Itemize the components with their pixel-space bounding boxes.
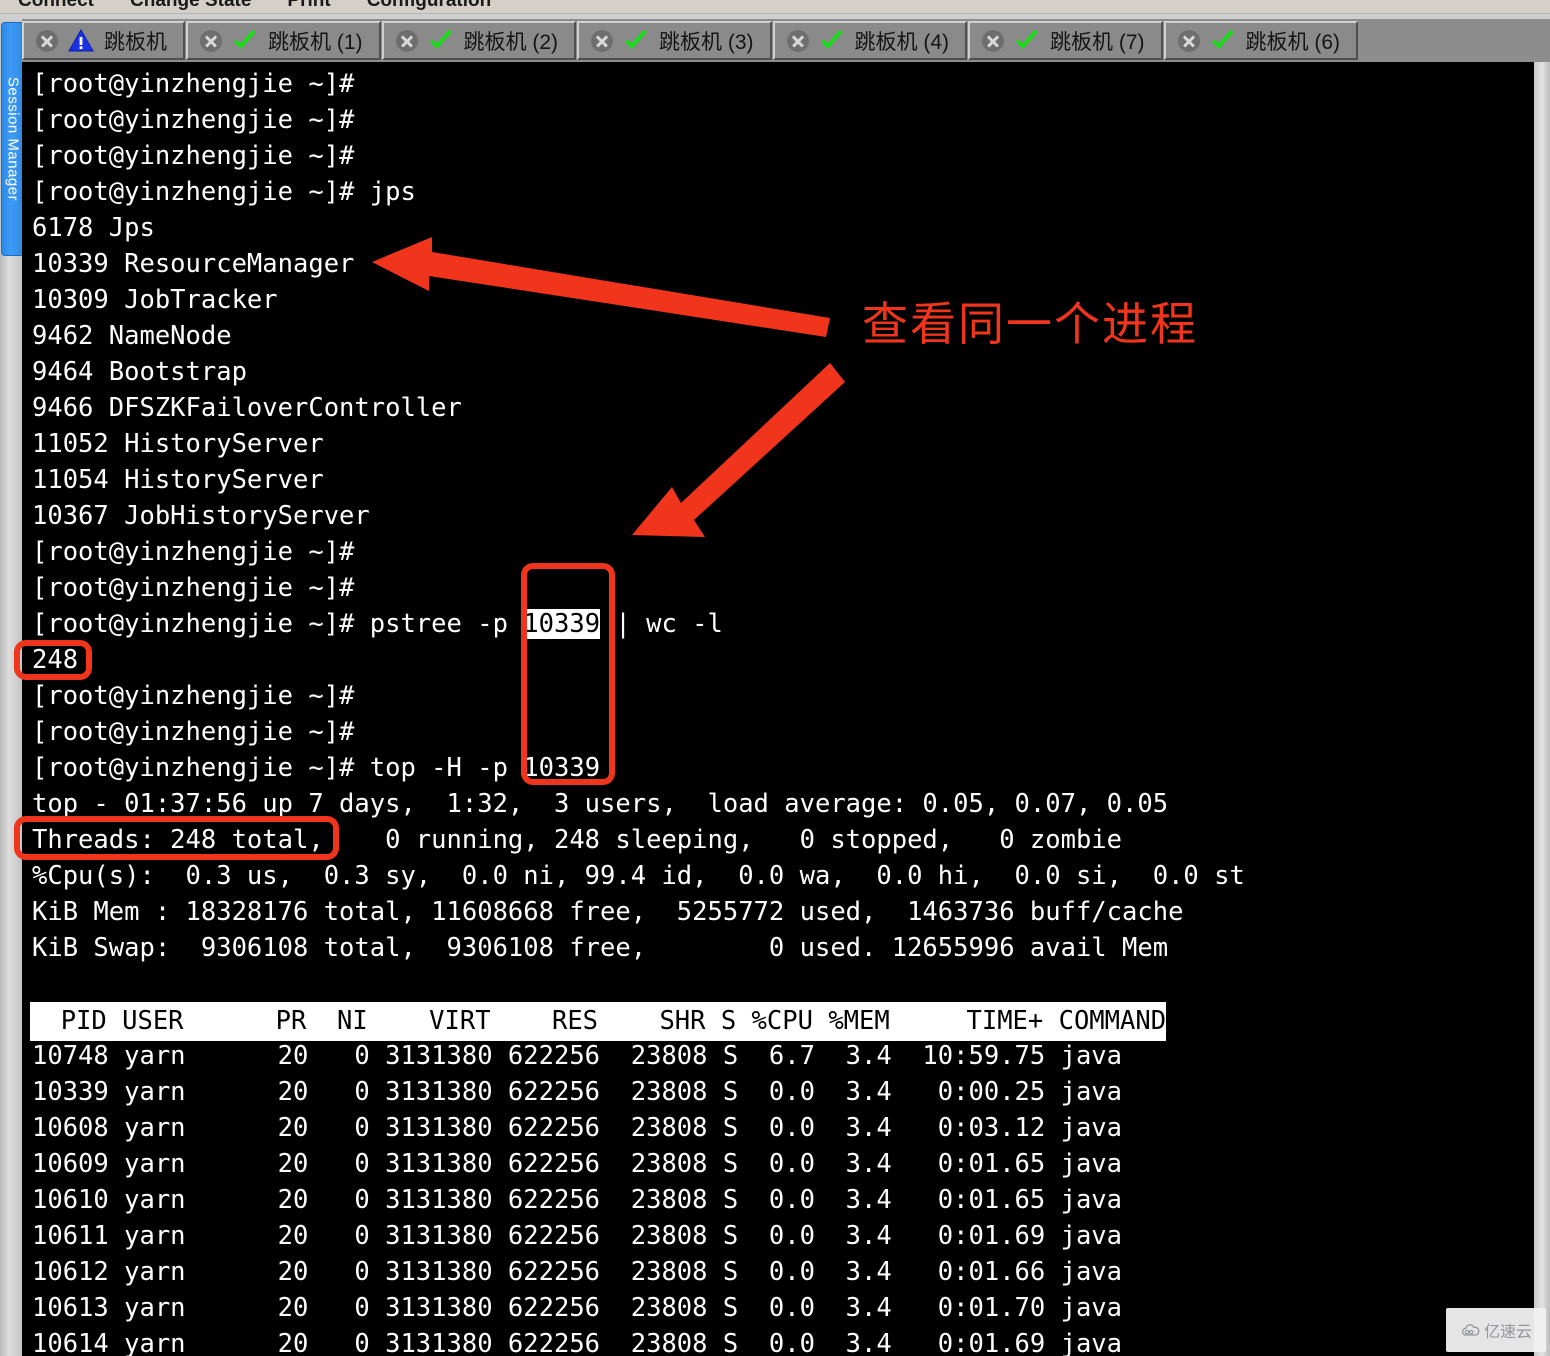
pstree-command-suffix: | wc -l bbox=[600, 609, 723, 639]
terminal-tab-label: 跳板机 (4) bbox=[854, 30, 950, 54]
terminal-line: [root@yinzhengjie ~]# bbox=[32, 141, 355, 171]
terminal-line: 10339 ResourceManager bbox=[32, 249, 355, 279]
top-summary-swap: KiB Swap: 9306108 total, 9306108 free, 0… bbox=[32, 933, 1169, 963]
threads-states-text: 0 running, 248 sleeping, 0 stopped, 0 zo… bbox=[339, 825, 1123, 855]
check-mark-icon bbox=[232, 29, 258, 53]
close-icon[interactable] bbox=[786, 29, 809, 52]
process-table-row: 10609 yarn 20 0 3131380 622256 23808 S 0… bbox=[32, 1149, 1123, 1179]
terminal-line: [root@yinzhengjie ~]# bbox=[32, 573, 355, 603]
terminal-line: [root@yinzhengjie ~]# bbox=[32, 717, 355, 747]
close-icon[interactable] bbox=[36, 29, 58, 52]
close-icon[interactable] bbox=[1177, 29, 1200, 52]
pstree-command-prefix: [root@yinzhengjie ~]# pstree -p bbox=[32, 609, 524, 639]
cloud-logo-icon bbox=[1461, 1324, 1480, 1336]
top-pid: 10339 bbox=[523, 753, 601, 783]
terminal-tab-bar[interactable]: 跳板机 跳板机 (1) 跳板机 (2) 跳板机 (3) 跳板机 (4) 跳板机 (7) 跳板… bbox=[22, 19, 1550, 62]
left-gutter bbox=[0, 254, 22, 1356]
process-table-header: PID USER PR NI VIRT RES SHR S %CPU %MEM … bbox=[30, 1002, 1167, 1041]
process-table-row: 10610 yarn 20 0 3131380 622256 23808 S 0… bbox=[32, 1185, 1123, 1215]
terminal-tab-label: 跳板机 (3) bbox=[659, 30, 754, 54]
terminal-command-top: [root@yinzhengjie ~]# top -H -p 10339 bbox=[32, 750, 600, 786]
terminal-line: 10309 JobTracker bbox=[32, 285, 278, 315]
check-mark-icon bbox=[1014, 29, 1040, 53]
terminal-right-border bbox=[1534, 62, 1550, 1356]
annotation-note-chinese: 查看同一个进程 bbox=[862, 297, 1198, 351]
close-icon[interactable] bbox=[591, 29, 613, 52]
top-summary-mem: KiB Mem : 18328176 total, 11608668 free,… bbox=[32, 897, 1184, 927]
menu-item-print[interactable]: Print bbox=[269, 0, 348, 12]
top-summary-cpu: %Cpu(s): 0.3 us, 0.3 sy, 0.0 ni, 99.4 id… bbox=[32, 861, 1245, 891]
pstree-pid-highlighted: 10339 bbox=[523, 609, 601, 639]
terminal-tab-label: 跳板机 bbox=[104, 30, 167, 54]
terminal-output[interactable]: [root@yinzhengjie ~]# [root@yinzhengjie ~… bbox=[22, 62, 1534, 1356]
terminal-line: 11054 HistoryServer bbox=[32, 465, 324, 495]
check-mark-icon bbox=[623, 29, 649, 53]
top-summary-threads: Threads: 248 total, 0 running, 248 sleep… bbox=[32, 822, 1122, 858]
terminal-tab-label: 跳板机 (6) bbox=[1245, 30, 1341, 54]
terminal-line: 6178 Jps bbox=[32, 213, 155, 243]
process-table-row: 10748 yarn 20 0 3131380 622256 23808 S 6… bbox=[32, 1041, 1123, 1071]
process-table-row: 10339 yarn 20 0 3131380 622256 23808 S 0… bbox=[32, 1077, 1123, 1107]
pstree-output-value: 248 bbox=[32, 645, 79, 675]
menu-item-configuration[interactable]: Configuration bbox=[349, 0, 510, 12]
terminal-line: [root@yinzhengjie ~]# bbox=[32, 105, 355, 135]
process-table-row: 10614 yarn 20 0 3131380 622256 23808 S 0… bbox=[32, 1329, 1123, 1356]
terminal-line: [root@yinzhengjie ~]# bbox=[32, 69, 355, 99]
process-table-row: 10613 yarn 20 0 3131380 622256 23808 S 0… bbox=[32, 1293, 1123, 1323]
terminal-line: 10367 JobHistoryServer bbox=[32, 501, 370, 531]
terminal-tab-label: 跳板机 (2) bbox=[463, 30, 559, 54]
session-manager-label: Session Manager bbox=[4, 76, 21, 202]
terminal-tab[interactable]: 跳板机 (3) bbox=[577, 21, 772, 60]
terminal-tab[interactable]: 跳板机 (7) bbox=[968, 21, 1163, 60]
check-mark-icon bbox=[1210, 29, 1236, 53]
terminal-tab[interactable]: 跳板机 (2) bbox=[381, 21, 576, 60]
terminal-tab-label: 跳板机 (7) bbox=[1050, 30, 1145, 54]
close-icon[interactable] bbox=[395, 29, 418, 52]
menu-bar: Connect Change State Print Configuration bbox=[0, 0, 1550, 13]
terminal-line: 9464 Bootstrap bbox=[32, 357, 247, 387]
terminal-tab-label: 跳板机 (1) bbox=[268, 30, 363, 54]
process-table-row: 10608 yarn 20 0 3131380 622256 23808 S 0… bbox=[32, 1113, 1123, 1143]
terminal-line: 9466 DFSZKFailoverController bbox=[32, 393, 462, 423]
terminal-line: [root@yinzhengjie ~]# bbox=[32, 537, 355, 567]
top-command-prefix: [root@yinzhengjie ~]# top -H -p bbox=[32, 753, 524, 783]
threads-total-text: Threads: 248 total, bbox=[32, 825, 340, 855]
close-icon[interactable] bbox=[982, 29, 1004, 52]
terminal-tab[interactable]: 跳板机 (4) bbox=[772, 21, 967, 60]
terminal-line: [root@yinzhengjie ~]# jps bbox=[32, 177, 416, 207]
warning-triangle-icon bbox=[68, 28, 94, 53]
check-mark-icon bbox=[819, 29, 845, 53]
terminal-line: [root@yinzhengjie ~]# bbox=[32, 681, 355, 711]
watermark: 亿速云 bbox=[1446, 1308, 1546, 1352]
terminal-tab[interactable]: 跳板机 (1) bbox=[186, 21, 381, 60]
terminal-tab[interactable]: 跳板机 (6) bbox=[1163, 21, 1358, 60]
close-icon[interactable] bbox=[200, 29, 222, 52]
terminal-tab[interactable]: 跳板机 bbox=[22, 21, 185, 60]
terminal-command-pstree: [root@yinzhengjie ~]# pstree -p 10339 | … bbox=[32, 606, 723, 642]
top-summary-uptime: top - 01:37:56 up 7 days, 1:32, 3 users,… bbox=[32, 789, 1169, 819]
process-table-row: 10612 yarn 20 0 3131380 622256 23808 S 0… bbox=[32, 1257, 1123, 1287]
watermark-text: 亿速云 bbox=[1483, 1322, 1532, 1341]
menu-item-connect[interactable]: Connect bbox=[0, 0, 112, 12]
session-manager-tab[interactable]: Session Manager bbox=[1, 22, 24, 256]
terminal-line: 9462 NameNode bbox=[32, 321, 232, 351]
check-mark-icon bbox=[428, 29, 454, 53]
menu-item-change-state[interactable]: Change State bbox=[112, 0, 269, 12]
terminal-line: 11052 HistoryServer bbox=[32, 429, 324, 459]
process-table-row: 10611 yarn 20 0 3131380 622256 23808 S 0… bbox=[32, 1221, 1123, 1251]
